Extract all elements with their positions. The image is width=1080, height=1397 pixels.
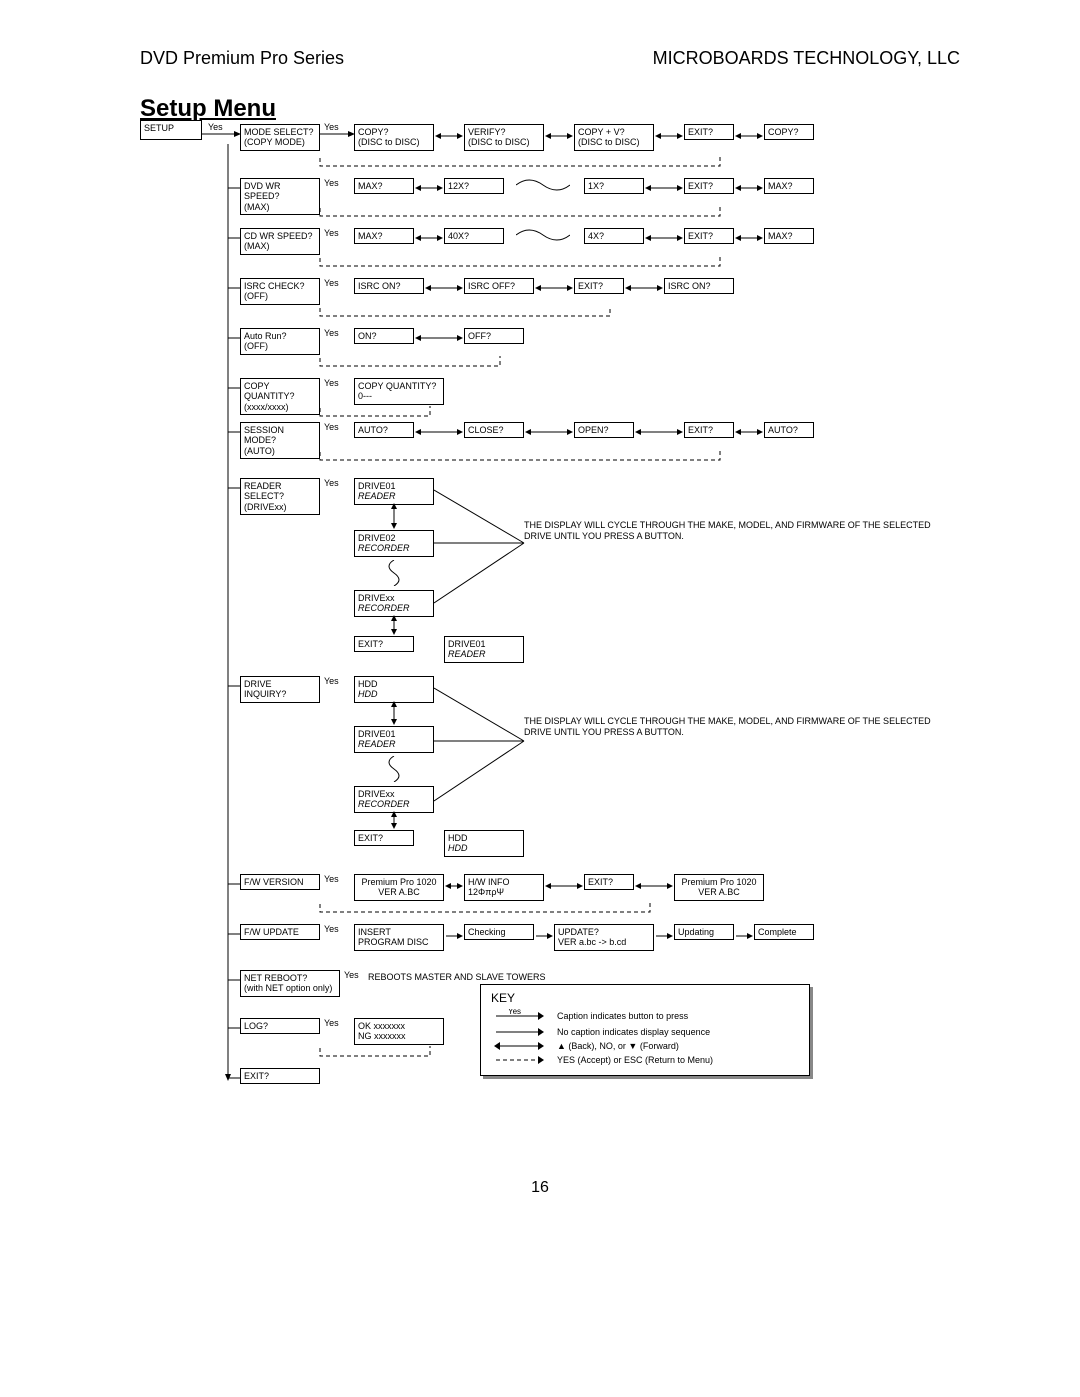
header-right: MICROBOARDS TECHNOLOGY, LLC [653,48,960,69]
page-number: 16 [531,1179,549,1197]
page-title: Setup Menu [140,95,276,123]
header-left: DVD Premium Pro Series [140,48,344,69]
option-arrows [140,120,840,960]
